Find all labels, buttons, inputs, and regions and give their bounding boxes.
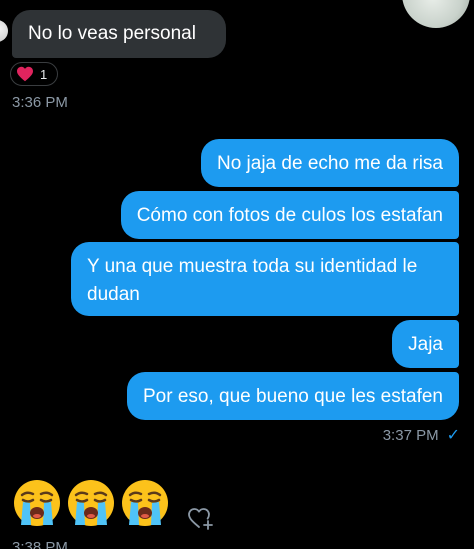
sent-message-bubble[interactable]: No jaja de echo me da risa [200, 139, 459, 187]
heart-reaction[interactable]: 1 [10, 62, 58, 86]
sent-message-bubble[interactable]: Y una que muestra toda su identidad le d… [71, 242, 459, 316]
recipient-avatar[interactable] [402, 0, 470, 28]
loudly-crying-face-icon [120, 478, 170, 528]
sent-message-bubble[interactable]: Cómo con fotos de culos los estafan [120, 191, 459, 239]
heart-icon [17, 66, 33, 82]
received-timestamp-2: 3:38 PM [12, 539, 68, 549]
received-timestamp: 3:36 PM [12, 94, 68, 111]
dm-conversation: No lo veas personal 1 3:36 PM No jaja de… [0, 0, 474, 549]
loudly-crying-face-icon [12, 478, 62, 528]
received-message-bubble[interactable]: No lo veas personal [12, 10, 226, 58]
emoji-message[interactable] [12, 478, 170, 528]
sent-timestamp-row: 3:37 PM ✓ [383, 425, 460, 445]
sent-message-bubble[interactable]: Jaja [392, 320, 459, 368]
sent-message-bubble[interactable]: Por eso, que bueno que les estafen [126, 372, 459, 420]
loudly-crying-face-icon [66, 478, 116, 528]
add-reaction-icon[interactable] [187, 506, 215, 530]
sent-timestamp: 3:37 PM [382, 426, 439, 444]
check-icon: ✓ [446, 427, 460, 444]
sender-avatar[interactable] [0, 20, 8, 42]
reaction-count: 1 [40, 66, 48, 82]
